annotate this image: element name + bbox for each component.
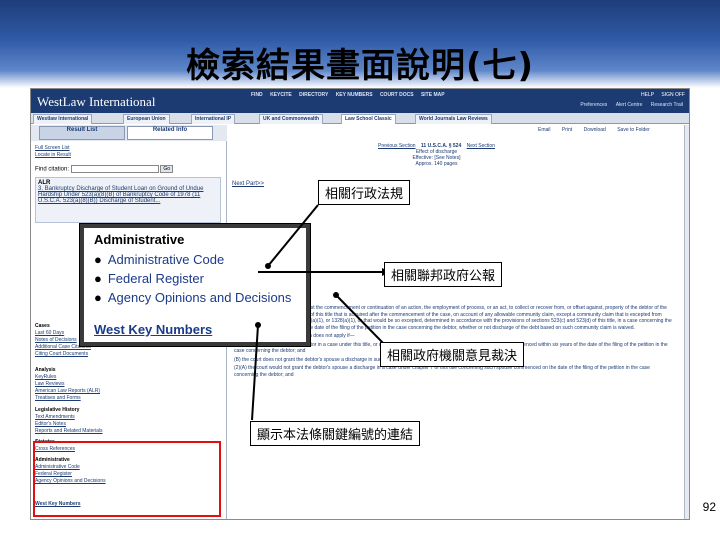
tab-international-ip[interactable]: International IP: [191, 114, 236, 124]
westlaw-header: WestLaw International FIND KEYCITE DIREC…: [31, 89, 689, 113]
doc-toolbar: Email Print Download Save to Folder: [528, 127, 650, 133]
sign-off-button[interactable]: SIGN OFF: [661, 92, 685, 98]
next-part-link[interactable]: Next Part>>: [232, 181, 264, 187]
analysis-section: Analysis KeyRules Law Reviews American L…: [35, 367, 100, 402]
help-link[interactable]: HELP: [641, 92, 654, 98]
legislative-heading: Legislative History: [35, 407, 80, 413]
tab-european-union[interactable]: European Union: [123, 114, 170, 124]
legislative-item[interactable]: Text Amendments: [35, 414, 103, 421]
legislative-item[interactable]: Reports and Related Materials: [35, 428, 103, 435]
bullet-icon: ●: [94, 290, 102, 305]
callout-agency-opinions: 相關政府機關意見裁決: [380, 342, 525, 367]
sub-nav: Preferences Alert Centre Research Trail: [573, 102, 683, 108]
zoom-agency-opinions-link[interactable]: Agency Opinions and Decisions: [108, 290, 292, 305]
right-nav: HELP SIGN OFF: [635, 92, 685, 98]
alr-box: ALR 3. Bankruptcy Discharge of Student L…: [35, 177, 221, 223]
slide: 檢索結果畫面說明(七) WestLaw International FIND K…: [0, 0, 720, 540]
zoom-admin-list: ● Administrative Code ● Federal Register ●…: [94, 250, 291, 307]
zoom-federal-register-item: ● Federal Register: [94, 269, 291, 288]
highlight-box: [33, 441, 221, 517]
analysis-item[interactable]: American Law Reports (ALR): [35, 388, 100, 395]
westlaw-logo: WestLaw International: [37, 94, 156, 109]
zoom-west-key-numbers-link[interactable]: West Key Numbers: [94, 322, 212, 337]
tab-world-journals[interactable]: World Journals Law Reviews: [415, 114, 492, 124]
locate-in-result-link[interactable]: Locate in Result: [35, 152, 71, 159]
download-button[interactable]: Download: [584, 127, 606, 133]
result-tabs: Result List Related Info: [31, 125, 227, 141]
bullet-icon: ●: [94, 271, 102, 286]
find-citation-input[interactable]: [70, 165, 159, 173]
doc-head-line: Approx. 140 pages: [415, 161, 458, 167]
analysis-heading: Analysis: [35, 367, 56, 373]
save-to-folder-button[interactable]: Save to Folder: [617, 127, 650, 133]
bullet-icon: ●: [94, 252, 102, 267]
tab-bar: Westlaw International European Union Int…: [31, 113, 689, 124]
nav-key-numbers[interactable]: KEY NUMBERS: [336, 92, 373, 98]
page-number: 92: [702, 500, 716, 514]
analysis-item[interactable]: Treatises and Forms: [35, 395, 100, 402]
result-links: Full Screen List Locate in Result: [35, 145, 71, 159]
callout-admin-rules: 相關行政法規: [318, 180, 411, 205]
find-citation-row: Find citation: Go: [35, 165, 174, 173]
zoom-administrative-heading: Administrative: [94, 232, 185, 247]
legislative-section: Legislative History Text Amendments Edit…: [35, 407, 103, 435]
email-button[interactable]: Email: [538, 127, 551, 133]
print-button[interactable]: Print: [562, 127, 572, 133]
find-citation-label: Find citation:: [35, 166, 70, 173]
zoomed-related-info-panel: Administrative ● Administrative Code ● Fed…: [80, 224, 310, 346]
zoom-admin-code-link[interactable]: Administrative Code: [108, 252, 224, 267]
zoom-agency-opinions-item: ● Agency Opinions and Decisions: [94, 288, 291, 307]
nav-find[interactable]: FIND: [251, 92, 263, 98]
legislative-item[interactable]: Editor's Notes: [35, 421, 103, 428]
callout-federal-register: 相關聯邦政府公報: [384, 262, 503, 287]
doc-header: Previous Section 11 U.S.C.A. § 524 Next …: [378, 143, 495, 167]
nav-keycite[interactable]: KEYCITE: [270, 92, 292, 98]
tab-related-info[interactable]: Related Info: [127, 126, 213, 140]
tab-law-school-classic[interactable]: Law School Classic: [341, 114, 396, 124]
tab-result-list[interactable]: Result List: [39, 126, 125, 140]
document-scrollbar[interactable]: [684, 125, 689, 519]
zoom-admin-code-item: ● Administrative Code: [94, 250, 291, 269]
cases-item[interactable]: Citing Court Documents: [35, 351, 91, 358]
zoom-federal-register-link[interactable]: Federal Register: [108, 271, 204, 286]
preferences-link[interactable]: Preferences: [580, 102, 607, 108]
callout-key-numbers: 顯示本法條關鍵編號的連結: [250, 421, 421, 446]
nav-directory[interactable]: DIRECTORY: [299, 92, 328, 98]
tab-westlaw-international[interactable]: Westlaw International: [33, 114, 93, 124]
find-go-button[interactable]: Go: [160, 165, 174, 173]
alert-centre-link[interactable]: Alert Centre: [616, 102, 643, 108]
full-screen-list-link[interactable]: Full Screen List: [35, 145, 71, 152]
previous-section-link[interactable]: Previous Section: [378, 143, 416, 149]
tab-uk-commonwealth[interactable]: UK and Commonwealth: [259, 114, 324, 124]
nav-site-map[interactable]: SITE MAP: [421, 92, 445, 98]
top-nav: FIND KEYCITE DIRECTORY KEY NUMBERS COURT…: [251, 92, 451, 98]
analysis-item[interactable]: Law Reviews: [35, 381, 100, 388]
nav-court-docs[interactable]: COURT DOCS: [380, 92, 414, 98]
analysis-item[interactable]: KeyRules: [35, 374, 100, 381]
next-section-link[interactable]: Next Section: [467, 143, 495, 149]
slide-title: 檢索結果畫面說明(七): [185, 46, 535, 86]
alr-link[interactable]: 3. Bankruptcy Discharge of Student Loan …: [38, 186, 218, 204]
research-trail-link[interactable]: Research Trail: [651, 102, 683, 108]
